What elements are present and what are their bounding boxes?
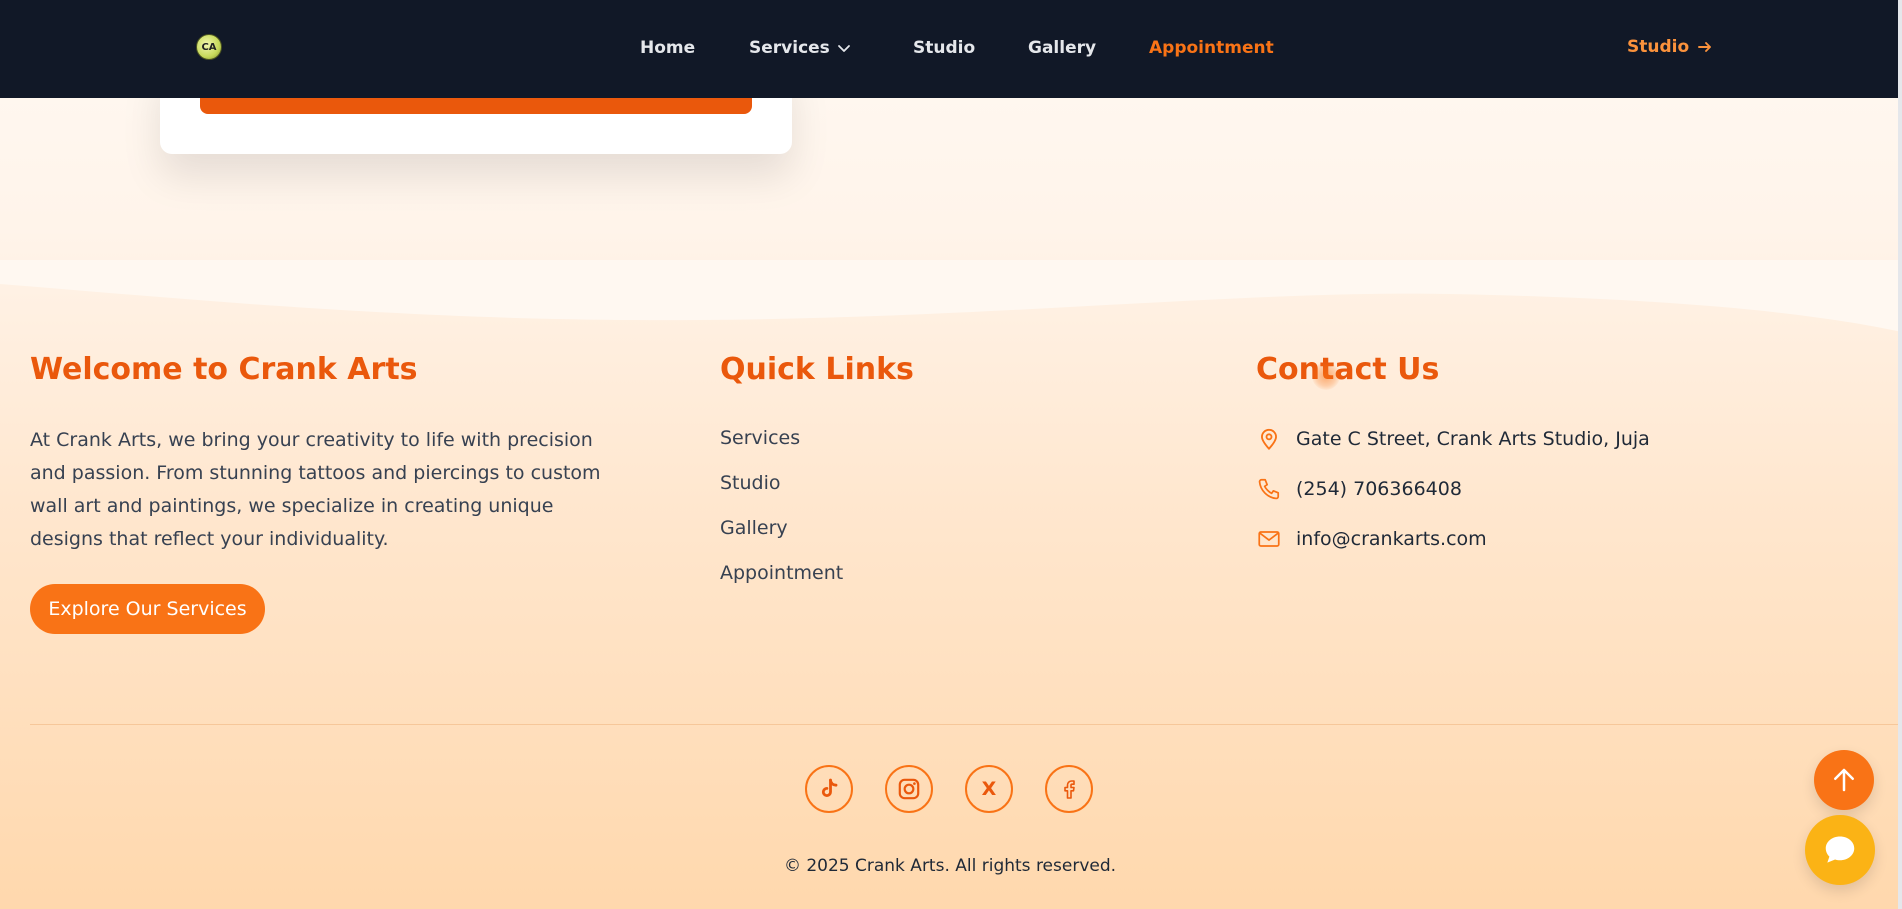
quick-link-services[interactable]: Services (720, 427, 800, 449)
x-link[interactable]: X (965, 765, 1013, 813)
logo-text: CA (201, 41, 217, 53)
email-text: info@crankarts.com (1296, 528, 1487, 550)
chevron-down-icon (837, 45, 850, 52)
page-scrollbar[interactable] (1898, 0, 1902, 909)
logo[interactable]: CA (196, 34, 222, 60)
nav-item-gallery[interactable]: Gallery (1028, 38, 1096, 58)
nav-item-appointment[interactable]: Appointment (1149, 38, 1274, 58)
quick-link-studio[interactable]: Studio (720, 472, 781, 494)
back-to-top-button[interactable] (1814, 750, 1874, 810)
tiktok-link[interactable] (805, 765, 853, 813)
address-text: Gate C Street, Crank Arts Studio, Juja (1296, 428, 1650, 450)
about-description: At Crank Arts, we bring your creativity … (30, 429, 601, 550)
studio-cta-label: Studio (1627, 37, 1690, 57)
instagram-link[interactable] (885, 765, 933, 813)
footer-divider (30, 724, 1902, 725)
arrow-right-icon (1698, 42, 1712, 52)
mail-icon (1258, 531, 1280, 547)
contact-title: Contact Us (1256, 352, 1440, 387)
contact-email[interactable]: info@crankarts.com (1256, 526, 1487, 552)
chat-button[interactable] (1805, 815, 1875, 885)
quick-link-appointment[interactable]: Appointment (720, 562, 843, 584)
x-icon: X (981, 777, 997, 800)
studio-cta-link[interactable]: Studio (1627, 37, 1713, 57)
contact-phone[interactable]: (254) 706366408 (1256, 476, 1462, 502)
about-title: Welcome to Crank Arts (30, 352, 418, 387)
tiktok-icon (821, 778, 838, 797)
instagram-icon (898, 778, 920, 800)
quick-links-title: Quick Links (720, 352, 914, 387)
cursor-highlight (1312, 362, 1340, 390)
facebook-icon (1064, 780, 1075, 799)
facebook-link[interactable] (1045, 765, 1093, 813)
copyright-text: © 2025 Crank Arts. All rights reserved. (783, 856, 1117, 876)
phone-icon (1258, 478, 1280, 500)
arrow-up-icon (1834, 768, 1854, 792)
chat-bubble-icon (1825, 836, 1855, 863)
nav-item-services-label: Services (749, 38, 830, 58)
quick-link-gallery[interactable]: Gallery (720, 517, 788, 539)
wave-divider (0, 260, 1902, 332)
map-pin-icon (1261, 428, 1277, 450)
nav-item-services[interactable]: Services (749, 38, 852, 58)
top-navigation: CA Home Services Studio Gallery Appointm… (0, 0, 1898, 98)
nav-item-home[interactable]: Home (640, 38, 695, 58)
phone-text: (254) 706366408 (1296, 478, 1462, 500)
nav-item-studio[interactable]: Studio (913, 38, 975, 58)
explore-services-button[interactable]: Explore Our Services (30, 584, 265, 634)
contact-address: Gate C Street, Crank Arts Studio, Juja (1256, 426, 1650, 452)
